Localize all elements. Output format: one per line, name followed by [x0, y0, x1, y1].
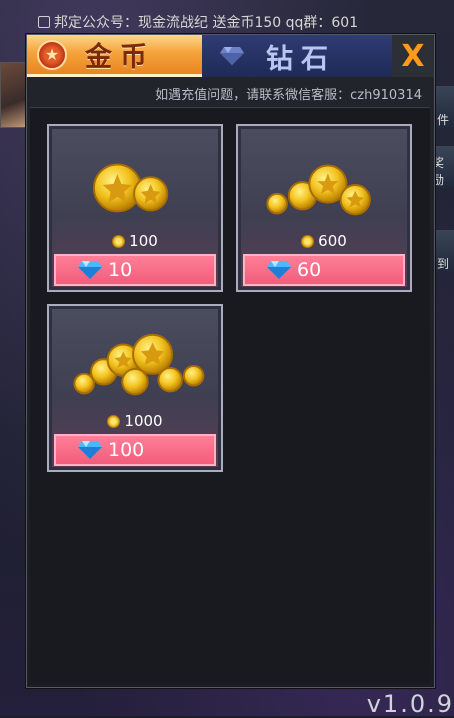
coin-icon	[301, 234, 315, 248]
coin-icon	[112, 234, 126, 248]
side-button-reward[interactable]: 奖励	[432, 146, 454, 188]
pack-price: 60	[297, 259, 322, 281]
pack-amount: 1000	[49, 410, 221, 432]
coin-pile-icon	[92, 163, 169, 213]
gold-pack-card[interactable]: 100 10	[47, 124, 223, 292]
gold-pack-card[interactable]: 600 60	[236, 124, 412, 292]
shop-panel: ★ 金币 钻石 X 如遇充值问题，请联系微信客服：czh910314 100 1…	[26, 34, 435, 688]
buy-button[interactable]: 10	[54, 254, 216, 286]
speaker-icon	[38, 16, 50, 28]
gold-pack-card[interactable]: 1000 100	[47, 304, 223, 472]
support-notice: 如遇充值问题，请联系微信客服：czh910314	[155, 88, 422, 103]
pack-grid: 100 10 600 60 1000 100	[30, 107, 430, 684]
buy-button[interactable]: 100	[54, 434, 216, 466]
diamond-icon	[78, 261, 102, 279]
version-label: v1.0.9	[366, 690, 454, 718]
tab-diamond-label: 钻石	[266, 43, 336, 75]
pack-price: 10	[108, 259, 133, 281]
coin-icon	[107, 414, 121, 428]
coin-pile-icon	[73, 333, 205, 396]
marquee-text: 邦定公众号：现金流战纪 送金币150 qq群：601	[54, 15, 359, 31]
tab-gold[interactable]: ★ 金币	[27, 35, 202, 77]
diamond-icon	[267, 261, 291, 279]
diamond-icon	[78, 441, 102, 459]
pack-amount: 600	[238, 230, 410, 252]
tab-diamond[interactable]: 钻石	[202, 35, 392, 77]
pack-price: 100	[108, 439, 145, 461]
announcement-marquee: 邦定公众号：现金流战纪 送金币150 qq群：601	[38, 11, 454, 33]
diamond-icon	[220, 47, 244, 65]
coin-icon: ★	[37, 39, 67, 70]
tab-bar: ★ 金币 钻石 X	[27, 35, 434, 77]
side-button-1[interactable]: 件	[432, 86, 454, 128]
side-button-checkin[interactable]: 到	[432, 230, 454, 272]
buy-button[interactable]: 60	[243, 254, 405, 286]
pack-amount-value: 100	[129, 232, 158, 250]
pack-amount-value: 600	[318, 232, 347, 250]
close-icon: X	[401, 38, 425, 74]
close-button[interactable]: X	[392, 35, 434, 77]
pack-amount-value: 1000	[124, 412, 163, 430]
pack-amount: 100	[49, 230, 221, 252]
tab-gold-label: 金币	[85, 42, 155, 73]
coin-pile-icon	[266, 164, 371, 216]
